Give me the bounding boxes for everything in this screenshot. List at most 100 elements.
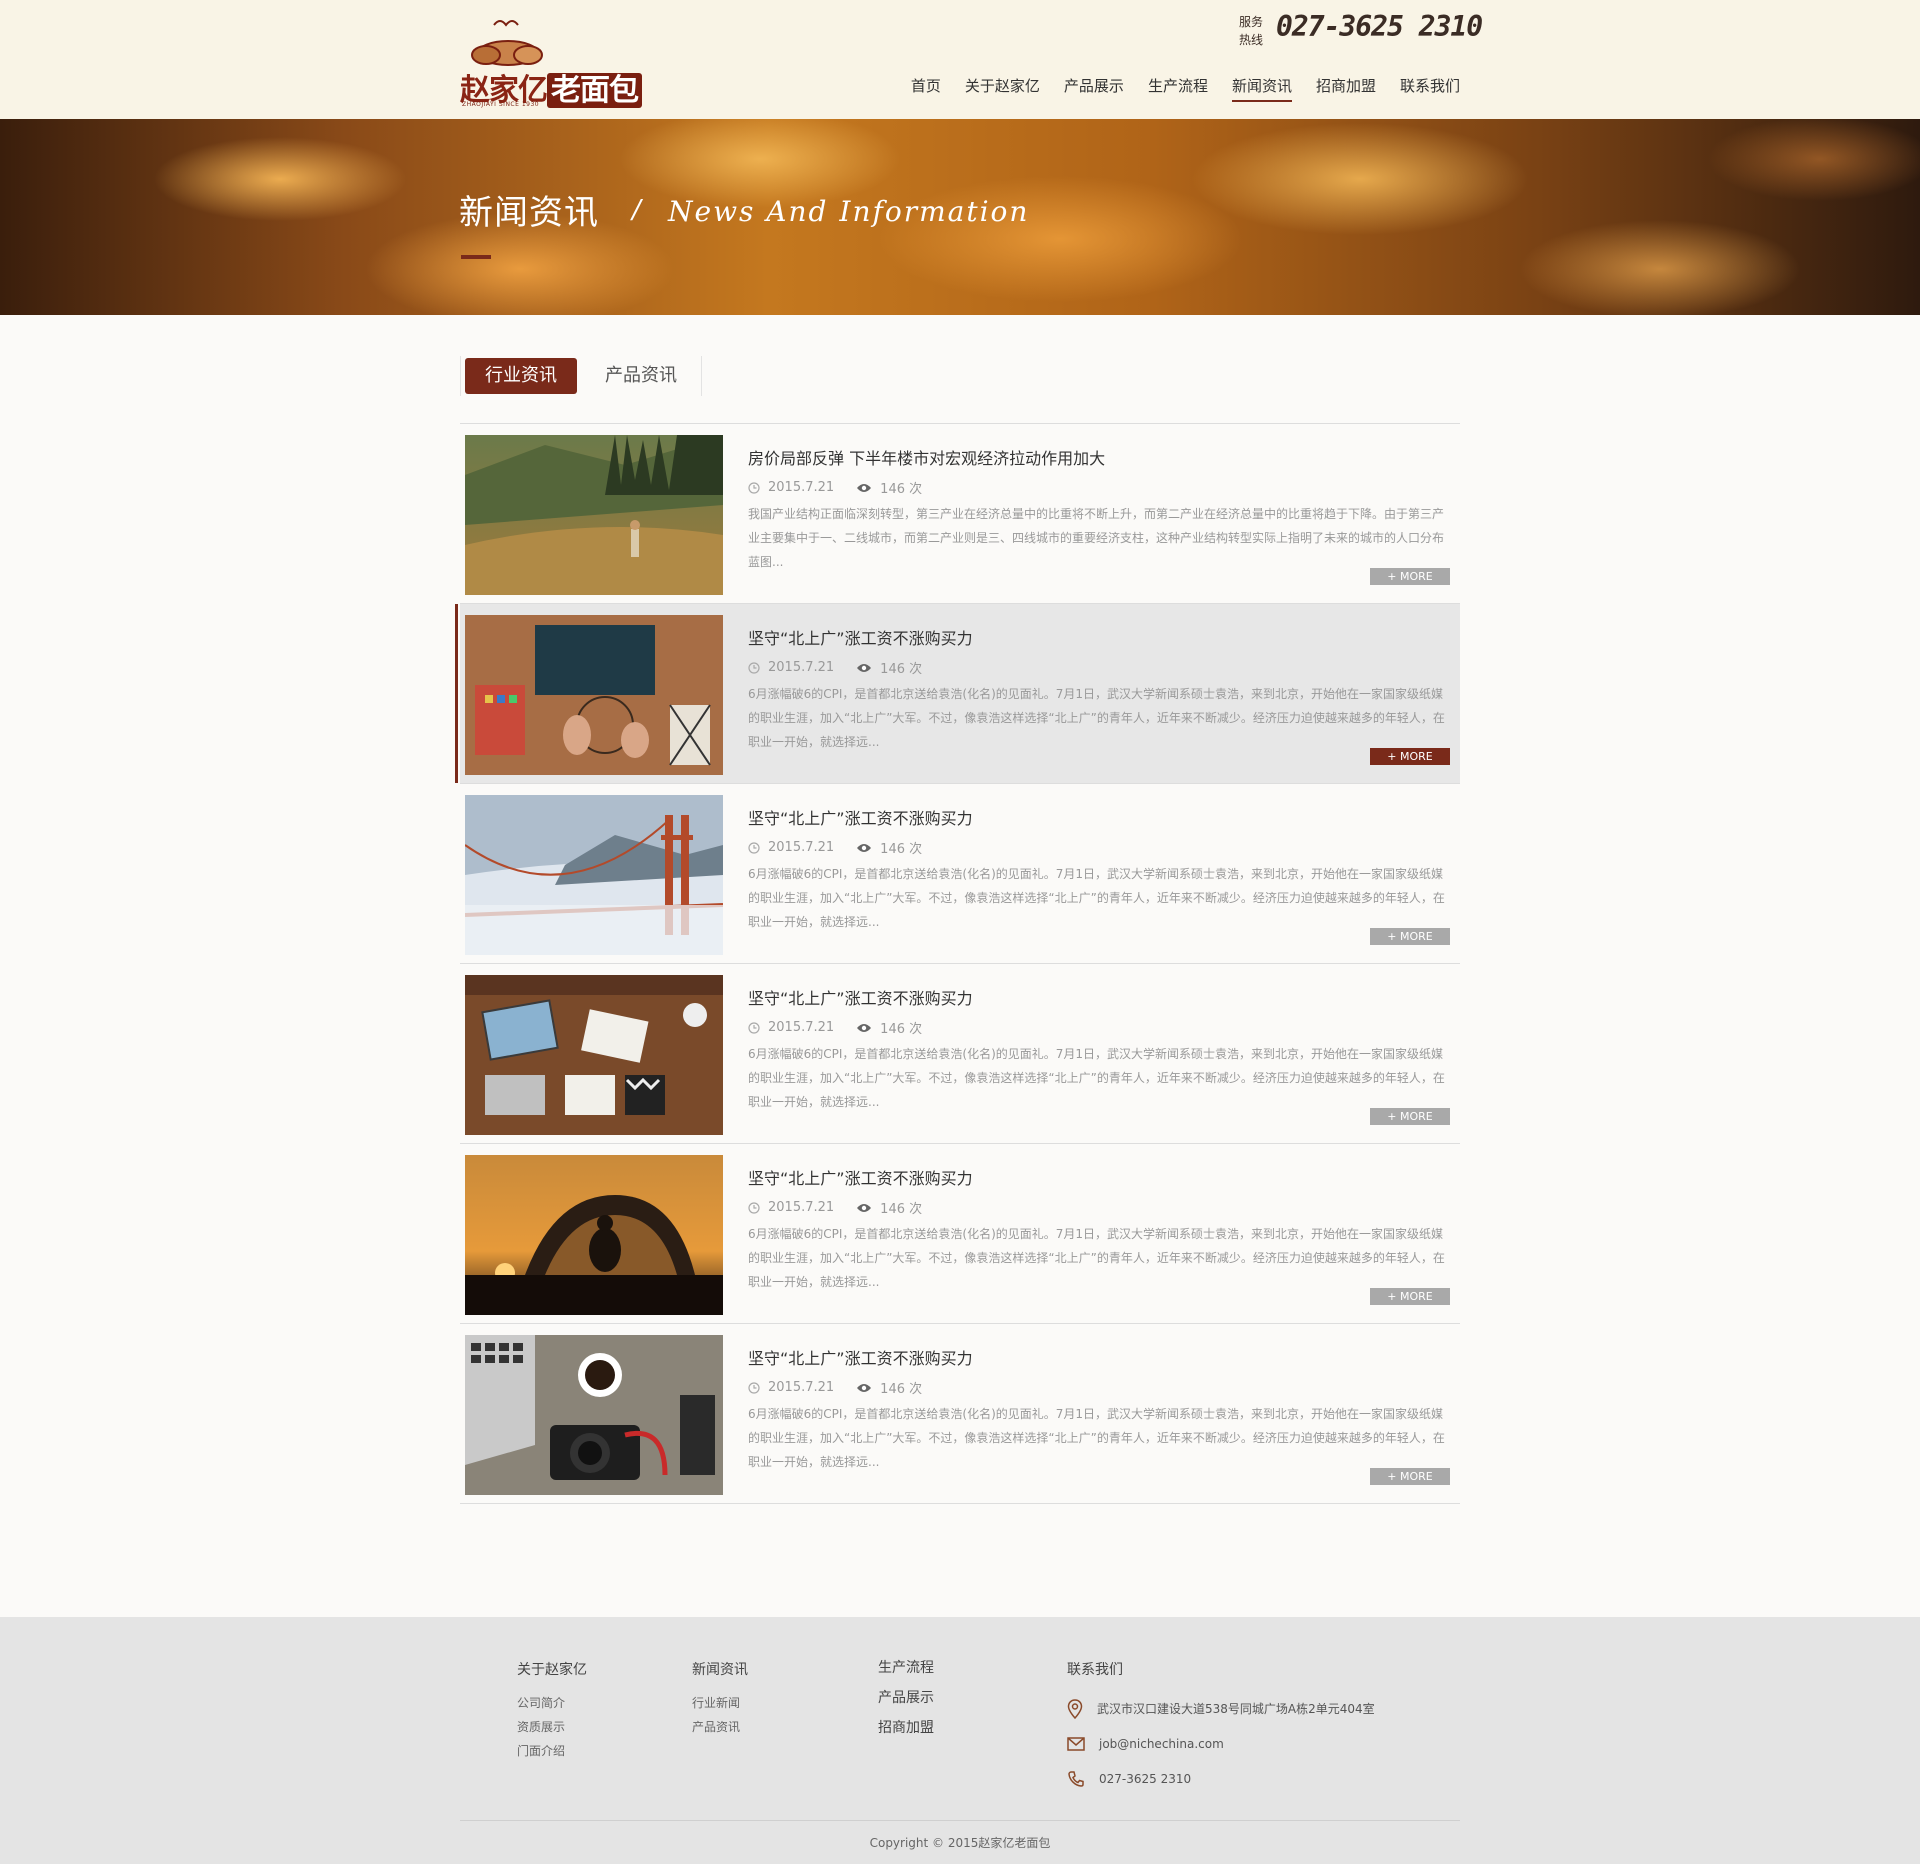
news-date: 2015.7.21 bbox=[768, 1200, 835, 1215]
news-item[interactable]: 坚守“北上广”涨工资不涨购买力 2015.7.21 146 次 6月涨幅破6的CPI，… bbox=[460, 784, 1460, 964]
eye-icon bbox=[857, 1203, 872, 1212]
footer-link-production[interactable]: 生产流程 bbox=[878, 1653, 934, 1683]
news-views-count: 146 次 bbox=[880, 842, 923, 857]
clock-icon bbox=[748, 841, 760, 854]
logo-subtitle: ZHAOJIAYI SINCE 1930 bbox=[462, 101, 540, 108]
news-thumbnail[interactable] bbox=[465, 615, 723, 775]
banner-subtitle: News And Information bbox=[668, 195, 1030, 228]
news-title[interactable]: 坚守“北上广”涨工资不涨购买力 bbox=[748, 805, 973, 829]
news-excerpt: 6月涨幅破6的CPI，是首都北京送给袁浩(化名)的见面礼。7月1日，武汉大学新闻… bbox=[748, 687, 1445, 749]
eye-icon bbox=[857, 1383, 872, 1392]
footer-link-industry-news[interactable]: 行业新闻 bbox=[692, 1691, 748, 1715]
logo-text-accent: 老面包 bbox=[547, 73, 642, 108]
nav-item-contact[interactable]: 联系我们 bbox=[1388, 76, 1460, 104]
footer-link-product-news[interactable]: 产品资讯 bbox=[692, 1715, 748, 1739]
news-item[interactable]: 坚守“北上广”涨工资不涨购买力 2015.7.21 146 次 6月涨幅破6的CPI，… bbox=[455, 604, 1460, 784]
footer-col-news: 新闻资讯 行业新闻 产品资讯 bbox=[692, 1659, 748, 1739]
more-button[interactable]: + MORE bbox=[1370, 1108, 1450, 1125]
news-item[interactable]: 坚守“北上广”涨工资不涨购买力 2015.7.21 146 次 6月涨幅破6的CPI，… bbox=[460, 1324, 1460, 1504]
email-text[interactable]: job@nichechina.com bbox=[1099, 1737, 1224, 1751]
footer-email: job@nichechina.com bbox=[1067, 1726, 1375, 1761]
news-title[interactable]: 坚守“北上广”涨工资不涨购买力 bbox=[748, 1165, 973, 1189]
footer-link-company-intro[interactable]: 公司简介 bbox=[517, 1691, 587, 1715]
news-date: 2015.7.21 bbox=[768, 1380, 835, 1395]
clock-icon bbox=[748, 1381, 760, 1394]
nav-item-products[interactable]: 产品展示 bbox=[1052, 76, 1136, 104]
news-title[interactable]: 坚守“北上广”涨工资不涨购买力 bbox=[748, 625, 973, 649]
footer-link-franchise[interactable]: 招商加盟 bbox=[878, 1713, 934, 1743]
news-thumbnail[interactable] bbox=[465, 975, 723, 1135]
footer-link-storefront[interactable]: 门面介绍 bbox=[517, 1739, 587, 1763]
news-views-count: 146 次 bbox=[880, 1022, 923, 1037]
news-thumbnail[interactable] bbox=[465, 1335, 723, 1495]
address-text: 武汉市汉口建设大道538号同城广场A栋2单元404室 bbox=[1097, 1702, 1375, 1716]
more-button[interactable]: + MORE bbox=[1370, 1288, 1450, 1305]
nav-item-home[interactable]: 首页 bbox=[899, 76, 953, 104]
news-title[interactable]: 坚守“北上广”涨工资不涨购买力 bbox=[748, 985, 973, 1009]
news-excerpt: 6月涨幅破6的CPI，是首都北京送给袁浩(化名)的见面礼。7月1日，武汉大学新闻… bbox=[748, 867, 1445, 929]
site-header: 赵家亿 老面包 ZHAOJIAYI SINCE 1930 服务热线 027-362… bbox=[0, 0, 1920, 119]
news-item[interactable]: 坚守“北上广”涨工资不涨购买力 2015.7.21 146 次 6月涨幅破6的CPI，… bbox=[460, 1144, 1460, 1324]
news-item[interactable]: 坚守“北上广”涨工资不涨购买力 2015.7.21 146 次 6月涨幅破6的CPI，… bbox=[460, 964, 1460, 1144]
footer-col-title: 联系我们 bbox=[1067, 1662, 1123, 1678]
clock-icon bbox=[748, 661, 760, 674]
eye-icon bbox=[857, 483, 872, 492]
nav-item-franchise[interactable]: 招商加盟 bbox=[1304, 76, 1388, 104]
footer-col-contact: 联系我们 武汉市汉口建设大道538号同城广场A栋2单元404室 job@nich… bbox=[1067, 1659, 1375, 1796]
eye-icon bbox=[857, 843, 872, 852]
phone-icon bbox=[1068, 1770, 1084, 1787]
footer-link-products[interactable]: 产品展示 bbox=[878, 1683, 934, 1713]
news-views-count: 146 次 bbox=[880, 1382, 923, 1397]
hotline-number: 027-3625 2310 bbox=[1276, 10, 1483, 43]
news-date: 2015.7.21 bbox=[768, 1020, 835, 1035]
news-views: 146 次 bbox=[856, 1378, 922, 1397]
more-button[interactable]: + MORE bbox=[1370, 568, 1450, 585]
more-button[interactable]: + MORE bbox=[1370, 1468, 1450, 1485]
news-thumbnail[interactable] bbox=[465, 435, 723, 595]
news-excerpt: 6月涨幅破6的CPI，是首都北京送给袁浩(化名)的见面礼。7月1日，武汉大学新闻… bbox=[748, 1047, 1445, 1109]
tab-product-news[interactable]: 产品资讯 bbox=[585, 358, 697, 394]
nav-item-about[interactable]: 关于赵家亿 bbox=[953, 76, 1052, 104]
news-meta: 2015.7.21 146 次 bbox=[748, 1378, 922, 1397]
tab-industry-news[interactable]: 行业资讯 bbox=[465, 358, 577, 394]
news-meta: 2015.7.21 146 次 bbox=[748, 478, 922, 497]
news-date: 2015.7.21 bbox=[768, 480, 835, 495]
eye-icon bbox=[857, 663, 872, 672]
footer-col-about: 关于赵家亿 公司简介 资质展示 门面介绍 bbox=[517, 1659, 587, 1763]
news-views: 146 次 bbox=[856, 478, 922, 497]
news-title[interactable]: 坚守“北上广”涨工资不涨购买力 bbox=[748, 1345, 973, 1369]
location-pin-icon bbox=[1067, 1698, 1083, 1719]
news-meta: 2015.7.21 146 次 bbox=[748, 1018, 922, 1037]
news-date: 2015.7.21 bbox=[768, 660, 835, 675]
news-thumbnail[interactable] bbox=[465, 1155, 723, 1315]
news-thumbnail[interactable] bbox=[465, 795, 723, 955]
news-meta: 2015.7.21 146 次 bbox=[748, 1198, 922, 1217]
clock-icon bbox=[748, 481, 760, 494]
news-views: 146 次 bbox=[856, 1198, 922, 1217]
site-footer: 关于赵家亿 公司简介 资质展示 门面介绍 新闻资讯 行业新闻 产品资讯 生产流程… bbox=[0, 1617, 1920, 1864]
news-tabs: 行业资讯 产品资讯 bbox=[460, 356, 702, 396]
nav-item-production[interactable]: 生产流程 bbox=[1136, 76, 1220, 104]
phone-text: 027-3625 2310 bbox=[1099, 1771, 1192, 1786]
news-views: 146 次 bbox=[856, 838, 922, 857]
news-item[interactable]: 房价局部反弹 下半年楼市对宏观经济拉动作用加大 2015.7.21 146 次我国产… bbox=[460, 424, 1460, 604]
clock-icon bbox=[748, 1021, 760, 1034]
clock-icon bbox=[748, 1201, 760, 1214]
news-views: 146 次 bbox=[856, 1018, 922, 1037]
footer-link-qualifications[interactable]: 资质展示 bbox=[517, 1715, 587, 1739]
news-views: 146 次 bbox=[856, 658, 922, 677]
news-meta: 2015.7.21 146 次 bbox=[748, 658, 922, 677]
main-nav: 首页 关于赵家亿 产品展示 生产流程 新闻资讯 招商加盟 联系我们 bbox=[899, 76, 1460, 104]
banner-divider: / bbox=[632, 195, 641, 225]
footer-col-title: 新闻资讯 bbox=[692, 1662, 748, 1678]
news-views-count: 146 次 bbox=[880, 1202, 923, 1217]
footer-divider bbox=[460, 1820, 1460, 1821]
more-button[interactable]: + MORE bbox=[1370, 928, 1450, 945]
news-title[interactable]: 房价局部反弹 下半年楼市对宏观经济拉动作用加大 bbox=[748, 445, 1105, 469]
banner-title: 新闻资讯 bbox=[459, 193, 599, 233]
footer-col-title: 关于赵家亿 bbox=[517, 1662, 587, 1678]
footer-phone: 027-3625 2310 bbox=[1067, 1761, 1375, 1796]
nav-item-news[interactable]: 新闻资讯 bbox=[1220, 76, 1304, 104]
more-button[interactable]: + MORE bbox=[1370, 748, 1450, 765]
brand-logo[interactable]: 赵家亿 老面包 ZHAOJIAYI SINCE 1930 bbox=[460, 17, 646, 108]
